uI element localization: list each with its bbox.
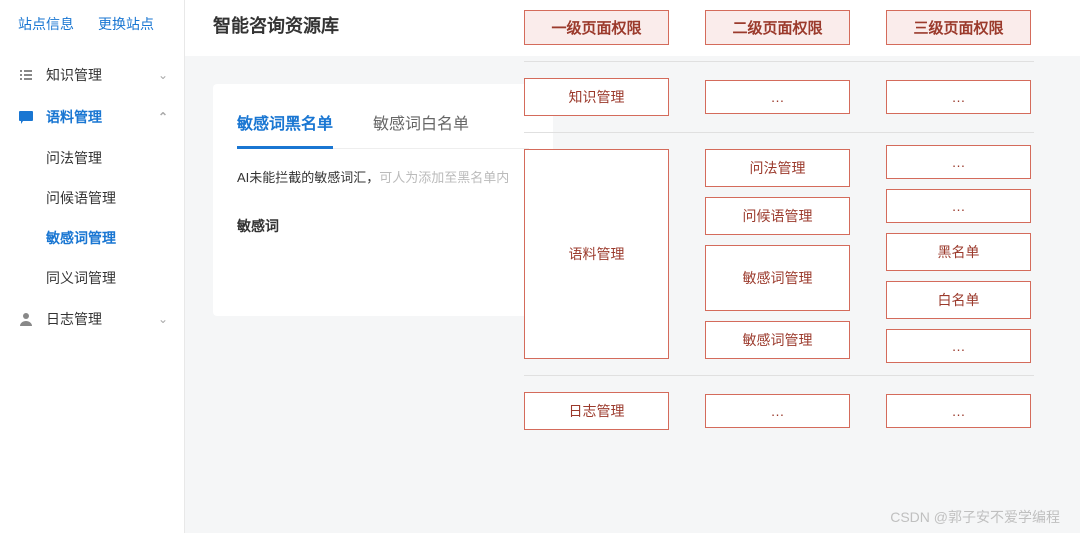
permission-grid: 一级页面权限 二级页面权限 三级页面权限 知识管理 … … 语料管理 问法管理 … [524, 10, 1056, 430]
nav-logs[interactable]: 日志管理 ⌄ [0, 298, 184, 340]
perm-row: 知识管理 … … [524, 78, 1056, 116]
perm-box[interactable]: 问候语管理 [705, 197, 850, 235]
perm-headers: 一级页面权限 二级页面权限 三级页面权限 [524, 10, 1056, 45]
chevron-down-icon: ⌄ [158, 312, 168, 326]
list-icon [16, 65, 36, 85]
perm-box[interactable]: … [886, 145, 1031, 179]
nav-corpus[interactable]: 语料管理 ⌃ [0, 96, 184, 138]
nav-knowledge[interactable]: 知识管理 ⌄ [0, 54, 184, 96]
perm-header-l2: 二级页面权限 [705, 10, 850, 45]
perm-box[interactable]: … [705, 80, 850, 114]
hint-part2: 可人为添加至黑名单内 [379, 170, 509, 185]
site-info-link[interactable]: 站点信息 [18, 14, 74, 34]
nav-sub-greeting[interactable]: 问候语管理 [46, 178, 184, 218]
hint-part1: AI未能拦截的敏感词汇， [237, 170, 379, 185]
tabs: 敏感词黑名单 敏感词白名单 [237, 104, 529, 149]
nav-sub-sensitive[interactable]: 敏感词管理 [46, 218, 184, 258]
perm-box[interactable]: … [886, 189, 1031, 223]
nav-label: 日志管理 [46, 309, 102, 329]
message-icon [16, 107, 36, 127]
perm-box[interactable]: 敏感词管理 [705, 321, 850, 359]
perm-box[interactable]: … [705, 394, 850, 428]
perm-row: 日志管理 … … [524, 392, 1056, 430]
perm-box[interactable]: 知识管理 [524, 78, 669, 116]
watermark: CSDN @郭子安不爱学编程 [890, 507, 1060, 527]
field-label: 敏感词 [237, 210, 529, 296]
user-icon [16, 309, 36, 329]
perm-box[interactable]: … [886, 329, 1031, 363]
tab-whitelist[interactable]: 敏感词白名单 [373, 104, 469, 148]
perm-box[interactable]: 黑名单 [886, 233, 1031, 271]
tab-blacklist[interactable]: 敏感词黑名单 [237, 104, 333, 148]
chevron-down-icon: ⌄ [158, 68, 168, 82]
nav-label: 语料管理 [46, 107, 102, 127]
separator [524, 132, 1034, 133]
perm-box[interactable]: 敏感词管理 [705, 245, 850, 311]
switch-site-link[interactable]: 更换站点 [98, 14, 154, 34]
perm-box[interactable]: 白名单 [886, 281, 1031, 319]
sidebar: 站点信息 更换站点 知识管理 ⌄ 语料管理 ⌃ 问法管理 问候语管理 [0, 0, 185, 533]
perm-box[interactable]: … [886, 80, 1031, 114]
separator [524, 375, 1034, 376]
nav-sub: 问法管理 问候语管理 敏感词管理 同义词管理 [0, 138, 184, 298]
chevron-up-icon: ⌃ [158, 110, 168, 124]
perm-box[interactable]: 问法管理 [705, 149, 850, 187]
perm-row: 语料管理 问法管理 问候语管理 敏感词管理 敏感词管理 … … 黑名单 白名单 … [524, 149, 1056, 359]
nav-sub-question[interactable]: 问法管理 [46, 138, 184, 178]
card: 敏感词黑名单 敏感词白名单 AI未能拦截的敏感词汇，可人为添加至黑名单内 敏感词 [213, 84, 553, 316]
nav: 知识管理 ⌄ 语料管理 ⌃ 问法管理 问候语管理 敏感词管理 同义词管理 [0, 48, 184, 346]
perm-header-l1: 一级页面权限 [524, 10, 669, 45]
perm-header-l3: 三级页面权限 [886, 10, 1031, 45]
perm-box[interactable]: 日志管理 [524, 392, 669, 430]
perm-box[interactable]: … [886, 394, 1031, 428]
site-links: 站点信息 更换站点 [0, 0, 184, 48]
perm-box[interactable]: 语料管理 [524, 149, 669, 359]
separator [524, 61, 1034, 62]
hint-text: AI未能拦截的敏感词汇，可人为添加至黑名单内 [237, 149, 529, 210]
nav-sub-synonym[interactable]: 同义词管理 [46, 258, 184, 298]
nav-label: 知识管理 [46, 65, 102, 85]
